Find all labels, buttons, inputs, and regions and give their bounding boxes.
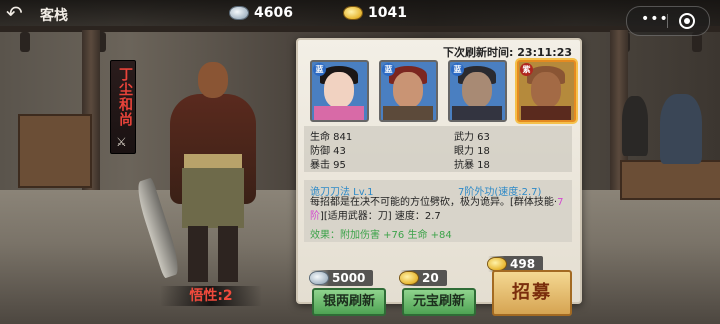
- page-title: 客栈: [40, 8, 68, 24]
- recruit-button[interactable]: 招募: [492, 270, 572, 316]
- gold-amount: 1041: [368, 5, 407, 21]
- silver-refresh-button[interactable]: 银两刷新: [312, 288, 386, 316]
- table: [620, 160, 720, 200]
- gold-ingot-icon: [400, 272, 418, 284]
- back-arrow-icon[interactable]: ↶: [6, 3, 34, 23]
- portrait-face: [531, 72, 561, 108]
- skill-desc-text: 每招都是在决不可能的方位劈砍，极为诡异。[群体技能·: [310, 197, 558, 208]
- hero-leg: [188, 226, 208, 282]
- hero-name-banner: 丁尘和尚 ⚔: [110, 60, 136, 154]
- gold-counter: 1041: [344, 3, 407, 23]
- refresh-timer: 下次刷新时间: 23:11:23: [443, 46, 572, 59]
- stat-martial: 武力 63: [454, 132, 490, 143]
- gold-cost: 20: [400, 270, 447, 286]
- stats-table: 生命 841 武力 63 防御 43 眼力 18 暴击 95 抗暴 18: [304, 126, 572, 172]
- hero-head: [198, 62, 228, 98]
- npc-patron: [660, 94, 702, 164]
- candidate-portrait[interactable]: 蓝: [379, 60, 438, 122]
- rarity-badge: 紫: [520, 63, 533, 76]
- gold-refresh-button[interactable]: 元宝刷新: [402, 288, 476, 316]
- skill-effect: 效果：附加伤害 +76 生命 +84: [310, 230, 452, 241]
- portrait-face: [393, 72, 423, 108]
- silver-ingot-icon: [310, 272, 328, 284]
- recruit-cost-amount: 498: [510, 257, 536, 271]
- silver-cost-amount: 5000: [332, 271, 366, 285]
- candidate-list: 蓝 蓝 蓝 紫: [310, 60, 576, 122]
- portrait-face: [324, 72, 354, 108]
- gold-ingot-icon: [488, 258, 506, 270]
- silver-amount: 4606: [254, 5, 293, 21]
- rarity-badge: 蓝: [451, 63, 464, 76]
- rarity-badge: 蓝: [313, 63, 326, 76]
- rarity-badge: 蓝: [382, 63, 395, 76]
- hero-belt: [184, 154, 242, 168]
- portrait-cloth: [383, 106, 433, 120]
- skill-box: 诡刀刀法 Lv.1 7阶外功(速度:2.7) 每招都是在决不可能的方位劈砍，极为…: [304, 180, 572, 242]
- more-icon[interactable]: •••: [641, 11, 669, 27]
- sword-icon: ⚔: [116, 135, 127, 149]
- npc-patron: [622, 96, 648, 156]
- stat-defense: 防御 43: [310, 146, 346, 157]
- capsule-divider: [667, 14, 668, 28]
- portrait-cloth: [452, 106, 502, 120]
- gold-ingot-icon: [344, 7, 362, 19]
- lantern: [20, 32, 30, 52]
- hero-figure: [133, 58, 278, 288]
- skill-desc-text: ][适用武器：刀] 速度：2.7: [320, 211, 441, 222]
- skill-description: 每招都是在决不可能的方位劈砍，极为诡异。[群体技能·7阶][适用武器：刀] 速度…: [310, 196, 568, 224]
- hero-skirt: [182, 168, 244, 228]
- counter: [18, 114, 92, 188]
- miniprogram-capsule: •••: [626, 6, 710, 36]
- candidate-portrait-selected[interactable]: 紫: [517, 60, 576, 122]
- silver-cost: 5000: [310, 270, 374, 286]
- close-target-icon[interactable]: [679, 13, 695, 29]
- gold-cost-amount: 20: [422, 271, 439, 285]
- stat-insight: 眼力 18: [454, 146, 490, 157]
- candidate-portrait[interactable]: 蓝: [448, 60, 507, 122]
- hero-name: 丁尘和尚: [117, 67, 133, 127]
- portrait-face: [462, 72, 492, 108]
- top-bar: ↶ 客栈 4606 1041: [0, 0, 720, 26]
- hero-leg: [218, 226, 238, 282]
- portrait-cloth: [314, 106, 364, 120]
- stat-crit: 暴击 95: [310, 160, 346, 171]
- portrait-cloth: [521, 106, 571, 120]
- stat-anti-crit: 抗暴 18: [454, 160, 490, 171]
- silver-counter: 4606: [230, 3, 293, 23]
- silver-ingot-icon: [230, 7, 248, 19]
- aptitude-label: 悟性:2: [160, 286, 262, 306]
- candidate-portrait[interactable]: 蓝: [310, 60, 369, 122]
- stat-hp: 生命 841: [310, 132, 353, 143]
